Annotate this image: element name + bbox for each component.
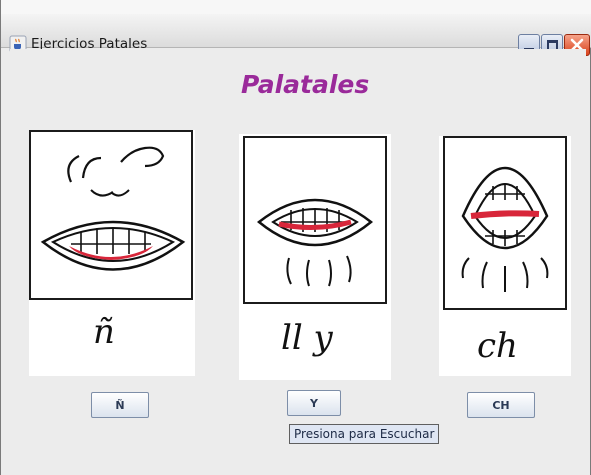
card-che: ch (439, 136, 571, 376)
lips-vibration-illustration (257, 198, 373, 287)
illustration-frame (243, 136, 387, 304)
illustration-frame (29, 130, 193, 300)
tooltip: Presiona para Escuchar (289, 424, 440, 444)
top-strip (1, 0, 591, 14)
card-elle-y: ll y (239, 134, 391, 380)
letter-elle-y: ll y (281, 318, 333, 358)
nose-mouth-illustration (40, 146, 186, 271)
button-ch[interactable]: CH (467, 392, 535, 418)
card-ene: ñ (29, 130, 195, 376)
page-heading: Palatales (241, 70, 370, 99)
button-ene[interactable]: Ñ (91, 392, 149, 418)
open-mouth-air-illustration (461, 167, 549, 292)
illustration-frame (443, 136, 567, 310)
letter-ene: ñ (93, 312, 115, 352)
letter-che: ch (477, 326, 518, 366)
title-bar[interactable]: Ejercicios Patales (1, 14, 591, 56)
button-y[interactable]: Y (287, 390, 341, 416)
application-window: Ejercicios Patales Palatales ñ ll y ch Ñ… (0, 0, 591, 475)
